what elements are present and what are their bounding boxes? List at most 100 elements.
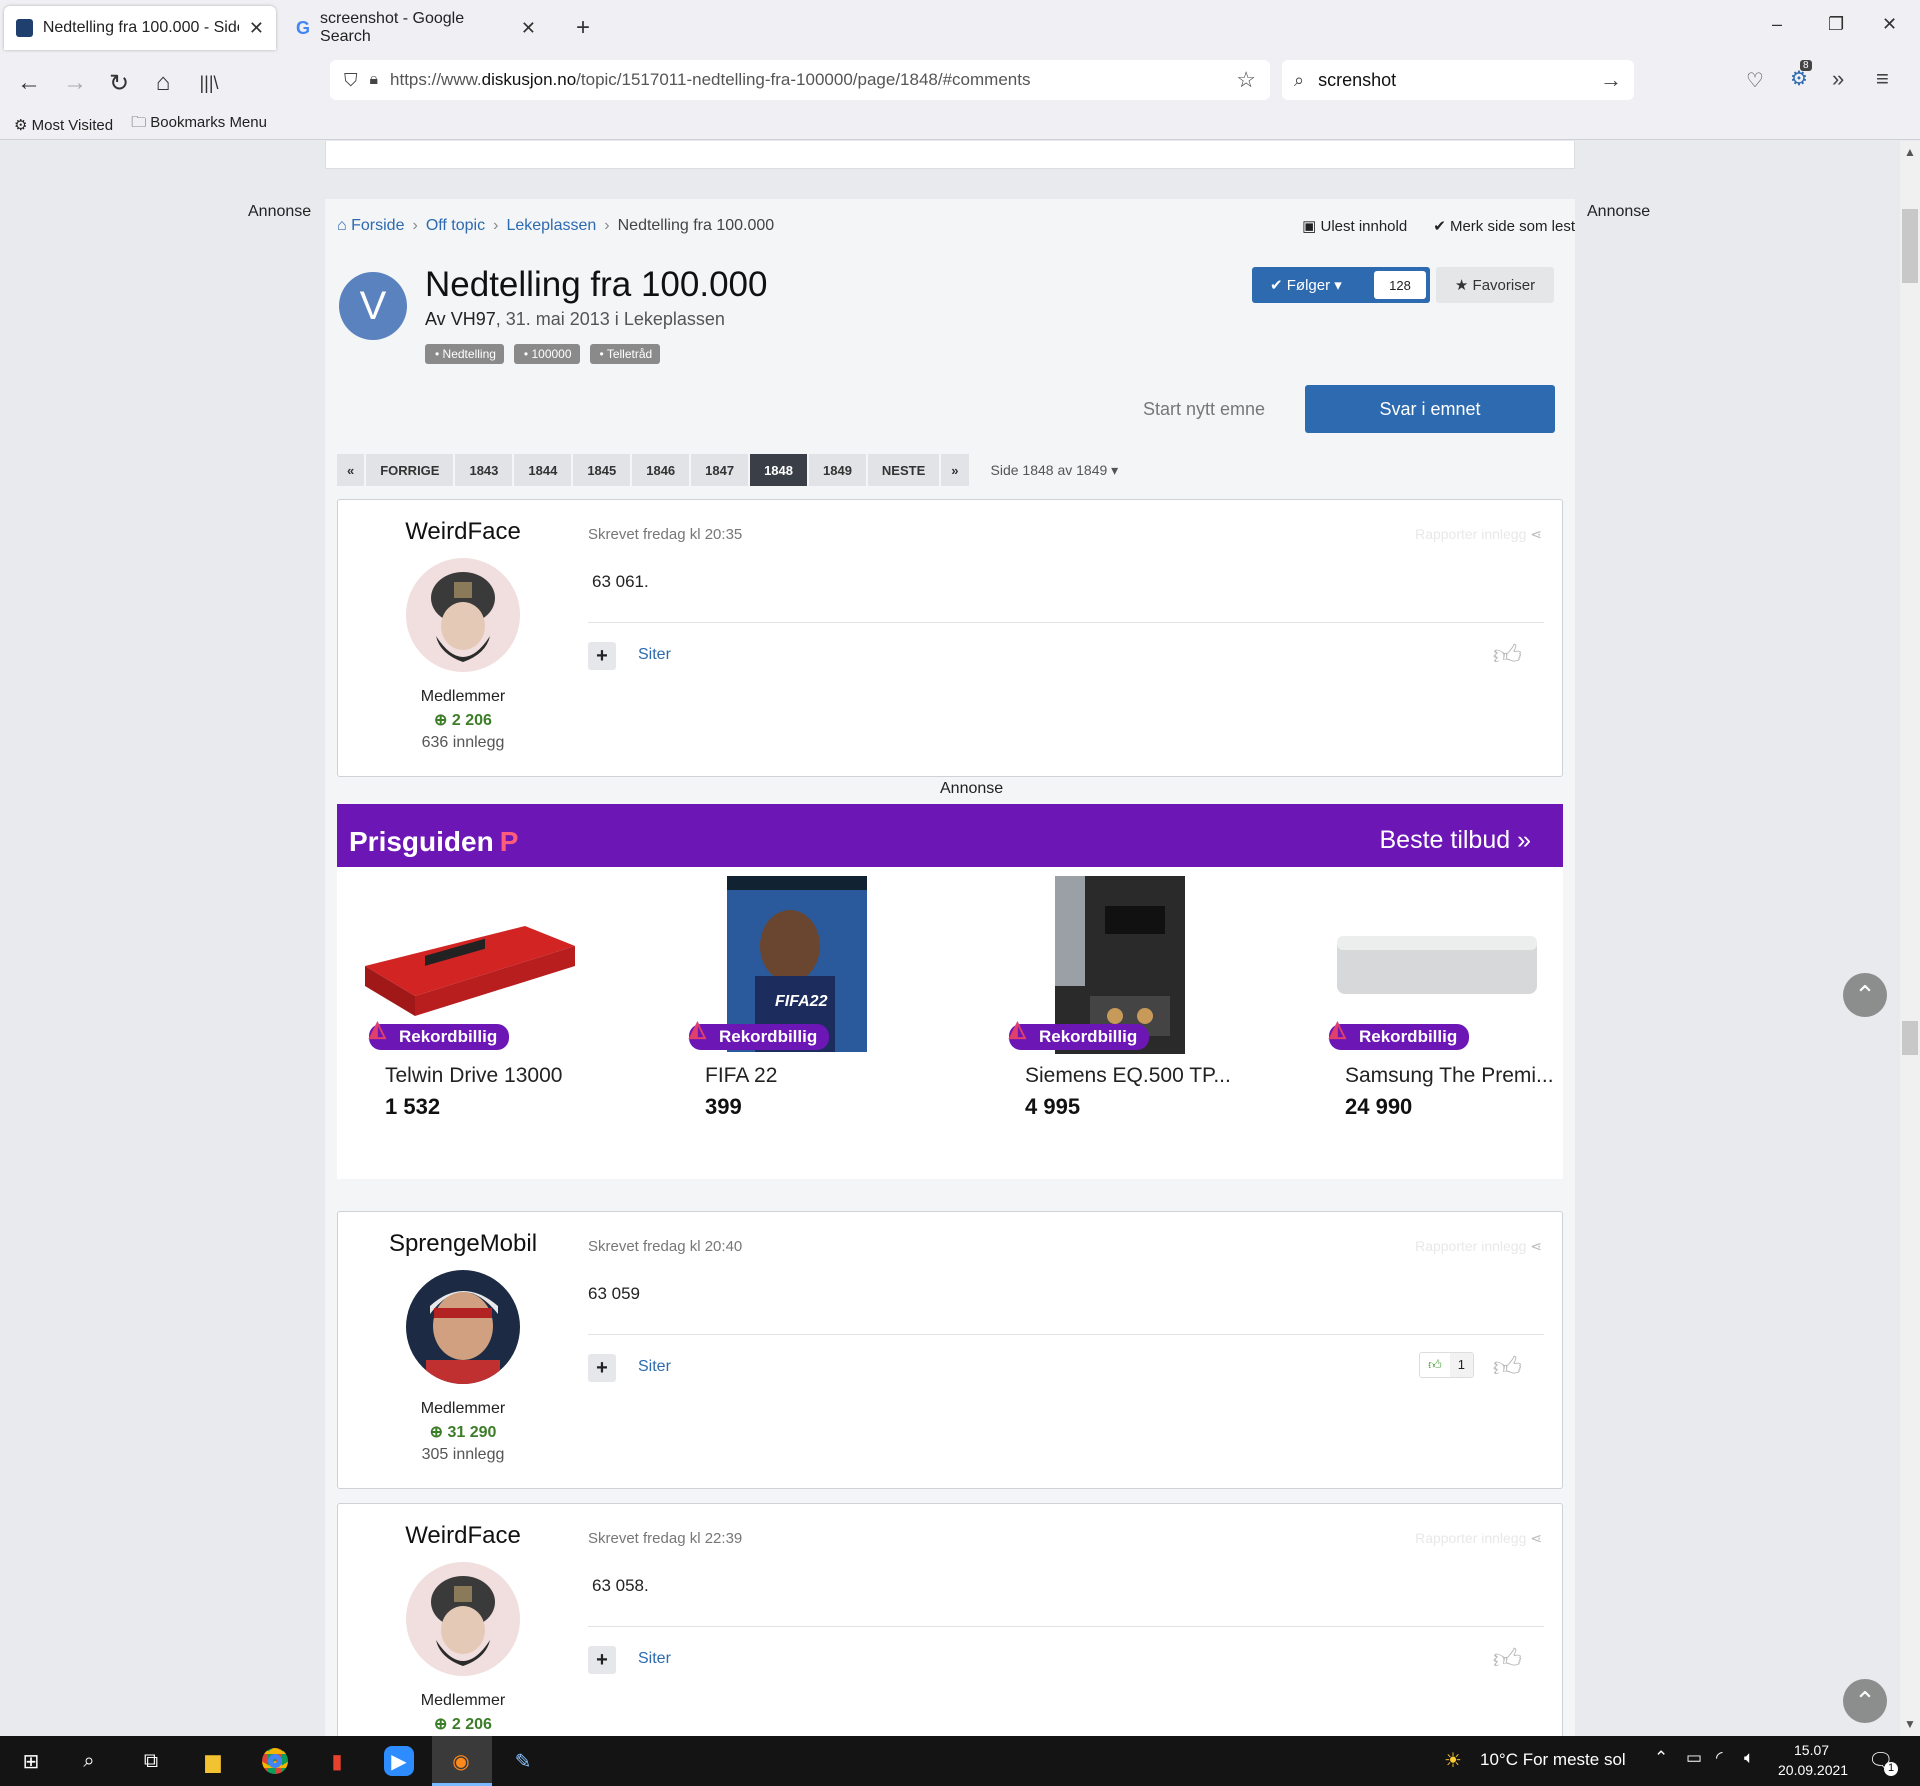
reload-icon[interactable]: ↻ [102,66,136,100]
quote-link[interactable]: Siter [638,646,671,664]
author-name[interactable]: SprengeMobil [338,1230,588,1258]
author-name[interactable]: WeirdFace [338,518,588,546]
mark-read-link[interactable]: ✔ Merk side som lest [1433,217,1575,235]
like-icon[interactable]: 👍︎ [1493,638,1522,672]
url-bar[interactable]: ⛉ 🔒︎ https://www.diskusjon.no/topic/1517… [330,60,1270,100]
scroll-to-top-icon[interactable]: ⌃ [1843,973,1887,1017]
next-page-button[interactable]: NESTE [867,454,940,486]
ad-brand[interactable]: Prisguiden P [349,826,518,858]
search-go-icon[interactable]: → [1600,67,1622,93]
share-icon[interactable]: ⋖ [1530,1238,1542,1254]
post-timestamp[interactable]: Skrevet fredag kl 22:39 [588,1530,742,1547]
firefox-icon[interactable]: ◉ [446,1746,476,1776]
scrollbar[interactable]: ▲ ▼ [1900,141,1920,1736]
tab-active[interactable]: Nedtelling fra 100.000 - Side 18 ✕ [4,6,276,50]
multiquote-button[interactable]: + [588,1354,616,1382]
search-bar[interactable]: ⌕ screnshot → [1282,60,1634,100]
favorite-button[interactable]: ★ Favoriser [1436,267,1554,303]
extension-icon[interactable]: ⚙ 8 [1790,60,1812,91]
volume-icon[interactable]: 🔈︎ [1744,1748,1754,1768]
page-link[interactable]: 1844 [514,454,572,486]
multiquote-button[interactable]: + [588,1646,616,1674]
prev-page-button[interactable]: FORRIGE [366,454,454,486]
reaction-summary[interactable]: 👍︎ 1 [1419,1352,1474,1378]
search-icon[interactable]: ⌕ [74,1746,104,1776]
breadcrumb-off-topic[interactable]: Off topic [426,217,485,235]
tag-item[interactable]: • Nedtelling [425,344,504,364]
avatar[interactable] [406,1562,520,1676]
scrollbar-thumb[interactable] [1902,209,1918,283]
reply-button[interactable]: Svar i emnet [1305,385,1555,433]
forward-icon[interactable]: → [58,66,92,100]
clock-time[interactable]: 15.07 [1794,1742,1829,1758]
menu-icon[interactable]: ≡ [1876,66,1889,92]
report-post-link[interactable]: Rapporter innlegg ⋖ [1415,1530,1542,1547]
unread-content-link[interactable]: ▣ Ulest innhold [1302,217,1407,235]
page-link[interactable]: 1845 [573,454,631,486]
start-new-topic-link[interactable]: Start nytt emne [1143,399,1265,420]
page-jump-dropdown[interactable]: Side 1848 av 1849 ▾ [991,462,1119,479]
scroll-up-icon[interactable]: ▲ [1904,145,1916,159]
quote-link[interactable]: Siter [638,1650,671,1668]
clock-date[interactable]: 20.09.2021 [1778,1762,1848,1778]
close-window-icon[interactable]: ✕ [1882,14,1897,35]
bookmark-menu[interactable]: 🗀︎ Bookmarks Menu [131,112,267,137]
close-tab-icon[interactable]: ✕ [521,18,536,39]
weather-text[interactable]: 10°C For meste sol [1480,1750,1626,1770]
weather-icon[interactable]: ☀ [1444,1748,1462,1773]
breadcrumb-lekeplassen[interactable]: Lekeplassen [506,217,596,235]
report-post-link[interactable]: Rapporter innlegg ⋖ [1415,1238,1542,1255]
tab-google[interactable]: G screenshot - Google Search ✕ [284,6,548,50]
chrome-icon[interactable] [260,1746,290,1776]
tag-item[interactable]: • Telletråd [589,344,661,364]
windows-start-icon[interactable]: ⊞ [16,1746,46,1776]
minimize-icon[interactable]: – [1772,14,1782,35]
multiquote-button[interactable]: + [588,642,616,670]
overflow-chevron-icon[interactable]: » [1832,66,1844,92]
follow-button[interactable]: ✔ Følger ▾ 128 [1252,267,1430,303]
topic-author-avatar[interactable]: V [339,272,407,340]
best-offers-link[interactable]: Beste tilbud » [1380,826,1532,855]
like-icon[interactable]: 👍︎ [1493,1642,1522,1676]
like-icon[interactable]: 👍︎ [1493,1350,1522,1384]
page-link[interactable]: 1846 [632,454,690,486]
restore-icon[interactable]: ❐ [1828,14,1844,35]
file-explorer-icon[interactable]: ▆ [198,1746,228,1776]
back-icon[interactable]: ← [12,66,46,100]
wifi-icon[interactable]: ◜ [1716,1748,1723,1768]
page-link[interactable]: 1843 [455,454,513,486]
library-icon[interactable]: |||\ [192,66,226,100]
scroll-to-top-icon[interactable]: ⌃ [1843,1679,1887,1723]
breadcrumb-home[interactable]: ⌂ Forside [337,217,404,235]
page-link[interactable]: 1847 [691,454,749,486]
pocket-icon[interactable]: ♡ [1746,68,1764,93]
avatar[interactable] [406,558,520,672]
post-timestamp[interactable]: Skrevet fredag kl 20:35 [588,526,742,543]
zoom-icon[interactable]: ▶ [384,1746,414,1776]
share-icon[interactable]: ⋖ [1530,1530,1542,1546]
page-link-current[interactable]: 1848 [750,454,807,486]
prisguiden-ad[interactable]: Prisguiden P Beste tilbud » ◭ Rekordbillig… [337,804,1563,1179]
battery-icon[interactable]: ▭ [1686,1748,1702,1768]
author-name[interactable]: WeirdFace [338,1522,588,1550]
scroll-down-icon[interactable]: ▼ [1904,1717,1916,1731]
search-input[interactable]: screnshot [1318,70,1396,91]
last-page-button[interactable]: » [941,454,969,486]
post-timestamp[interactable]: Skrevet fredag kl 20:40 [588,1238,742,1255]
report-post-link[interactable]: Rapporter innlegg ⋖ [1415,526,1542,543]
page-link[interactable]: 1849 [809,454,866,486]
quote-link[interactable]: Siter [638,1358,671,1376]
paint-icon[interactable]: ✎ [508,1746,538,1776]
avatar[interactable] [406,1270,520,1384]
tag-item[interactable]: • 100000 [513,344,580,364]
chevron-up-icon[interactable]: ⌃ [1654,1748,1668,1768]
lock-icon[interactable]: 🔒︎ [370,71,379,89]
task-view-icon[interactable]: ⧉ [136,1746,166,1776]
bookmark-most-visited[interactable]: ⚙ Most Visited [14,116,113,134]
bookmark-star-icon[interactable]: ☆ [1236,67,1256,93]
office-icon[interactable]: ▮ [322,1746,352,1776]
first-page-button[interactable]: « [337,454,365,486]
share-icon[interactable]: ⋖ [1530,526,1542,542]
close-tab-icon[interactable]: ✕ [249,18,264,39]
topic-author-link[interactable]: VH97 [451,309,496,329]
